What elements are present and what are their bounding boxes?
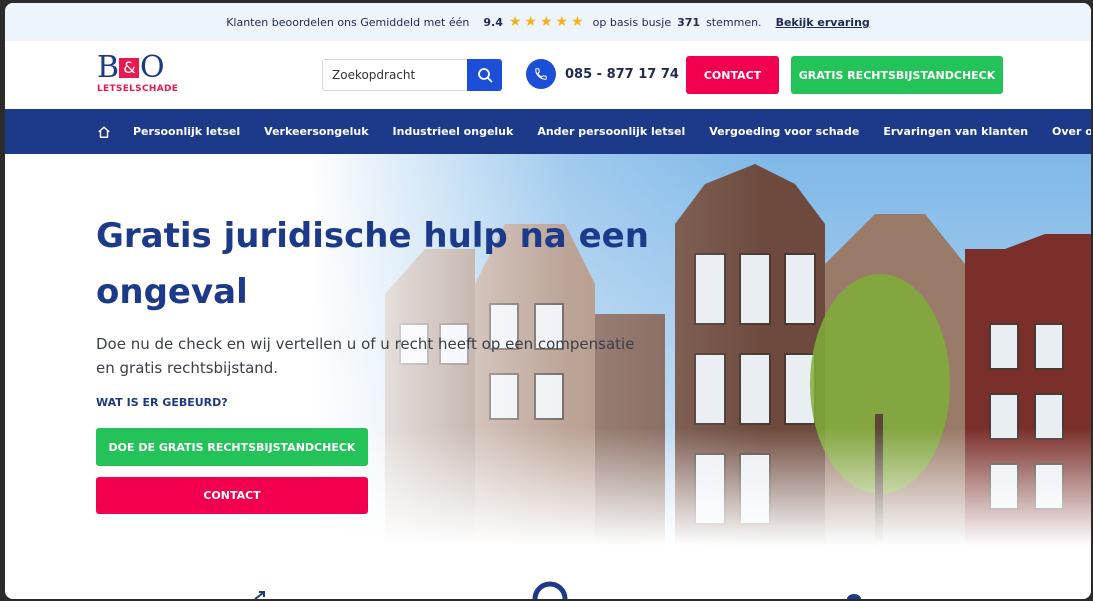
nav-item-persoonlijk-letsel[interactable]: Persoonlijk letsel xyxy=(133,125,240,138)
hero: Gratis juridische hulp na een ongeval Do… xyxy=(5,154,1091,546)
nav-item-vergoeding[interactable]: Vergoeding voor schade xyxy=(709,125,859,138)
reviews-link[interactable]: Bekijk ervaring xyxy=(776,16,870,29)
arrow-icon xyxy=(254,591,265,599)
hero-content: Gratis juridische hulp na een ongeval Do… xyxy=(96,208,656,514)
hero-title: Gratis juridische hulp na een ongeval xyxy=(96,216,649,312)
rating-basis: op basis busje xyxy=(592,15,672,29)
hero-free-check-button[interactable]: DOE DE GRATIS RECHTSBIJSTANDCHECK xyxy=(96,428,368,466)
person-icon xyxy=(847,594,861,599)
logo-subtitle: LETSELSCHADE xyxy=(97,84,179,94)
nav-item-industrieel-ongeluk[interactable]: Industrieel ongeluk xyxy=(393,125,514,138)
search-icon xyxy=(477,68,492,83)
rating-stars-icon: ★★★★★ xyxy=(508,14,587,30)
free-check-button[interactable]: GRATIS RECHTSBIJSTANDCHECK xyxy=(791,56,1003,94)
search-input[interactable]: Zoekopdracht xyxy=(322,59,467,91)
rating-votes: stemmen. xyxy=(706,15,762,29)
contact-button[interactable]: CONTACT xyxy=(686,56,779,94)
nav-item-ervaringen[interactable]: Ervaringen van klanten xyxy=(883,125,1028,138)
phone-icon xyxy=(526,59,556,89)
search-bar: Zoekopdracht xyxy=(322,59,502,91)
clock-icon xyxy=(532,581,568,599)
hero-contact-button[interactable]: CONTACT xyxy=(96,477,368,514)
rating-bar: Klanten beoordelen ons Gemiddeld met één… xyxy=(5,3,1091,41)
rating-intro: Klanten beoordelen ons Gemiddeld met één xyxy=(226,15,470,29)
phone-number: 085 - 877 17 74 xyxy=(565,66,679,82)
header: B & O LETSELSCHADE Zoekopdracht 085 - 877 … xyxy=(5,41,1091,109)
nav-item-verkeersongeluk[interactable]: Verkeersongeluk xyxy=(264,125,368,138)
nav-item-over-ons[interactable]: Over ons xyxy=(1052,125,1091,138)
nav-item-ander-persoonlijk-letsel[interactable]: Ander persoonlijk letsel xyxy=(537,125,685,138)
logo-mark: B & O xyxy=(97,53,187,83)
feature-icons-row xyxy=(254,581,861,599)
hero-question: WAT IS ER GEBEURD? xyxy=(96,396,228,409)
main-nav: Persoonlijk letsel Verkeersongeluk Indus… xyxy=(5,109,1091,154)
home-icon[interactable] xyxy=(97,125,111,139)
hero-lead: Doe nu de check en wij vertellen u of u … xyxy=(96,335,635,377)
logo-ampersand: & xyxy=(119,58,140,78)
logo[interactable]: B & O LETSELSCHADE xyxy=(97,53,187,95)
page: Klanten beoordelen ons Gemiddeld met één… xyxy=(5,3,1091,599)
logo-letter-b: B xyxy=(97,50,119,85)
rating-count: 371 xyxy=(677,15,701,29)
search-button[interactable] xyxy=(467,59,502,91)
rating-score: 9.4 xyxy=(483,15,503,29)
phone-contact[interactable]: 085 - 877 17 74 xyxy=(526,59,679,89)
logo-letter-o: O xyxy=(140,50,165,85)
